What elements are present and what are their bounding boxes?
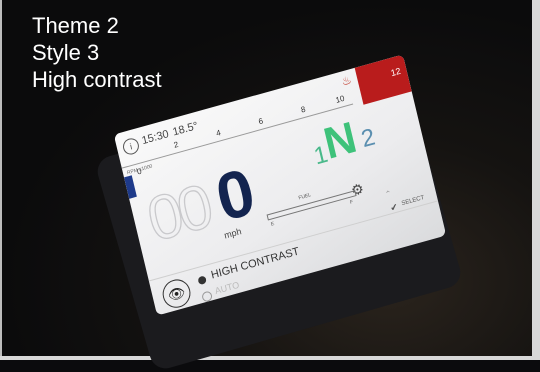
clock-time: 15:30 [140, 128, 170, 148]
tach-tick-6: 6 [257, 116, 265, 127]
fuel-full-label: F [349, 199, 354, 206]
image-border-right [532, 0, 540, 360]
info-icon[interactable]: i [121, 136, 141, 157]
image-border-left [0, 0, 2, 360]
image-border-bottom [0, 356, 540, 360]
chevron-up-icon[interactable]: ⌃ [384, 189, 393, 200]
fuel-label: FUEL [297, 192, 312, 202]
gear-next: 2 [358, 123, 378, 154]
radio-high-contrast[interactable] [197, 275, 207, 286]
tach-tick-2: 2 [172, 139, 180, 150]
tach-tick-4: 4 [215, 128, 222, 139]
tach-tick-10: 10 [334, 93, 346, 105]
heated-seat-icon: ♨ [340, 74, 353, 89]
option-auto[interactable]: AUTO [214, 280, 240, 296]
ambient-temperature: 18.5° [171, 119, 200, 139]
caption-style: Style 3 [32, 40, 100, 65]
speed-value: 0 [208, 154, 259, 236]
view-mode-eye-icon[interactable]: 👁 [159, 276, 194, 311]
fuel-empty-label: E [270, 221, 275, 228]
tach-tick-8: 8 [300, 104, 307, 115]
caption-theme: Theme 2 [32, 13, 119, 38]
speed-ghost-digits: 00 [140, 171, 216, 256]
caption-contrast: High contrast [32, 67, 162, 92]
caption-overlay: Theme 2 Style 3 High contrast [32, 12, 162, 93]
fuel-gauge [266, 190, 357, 221]
